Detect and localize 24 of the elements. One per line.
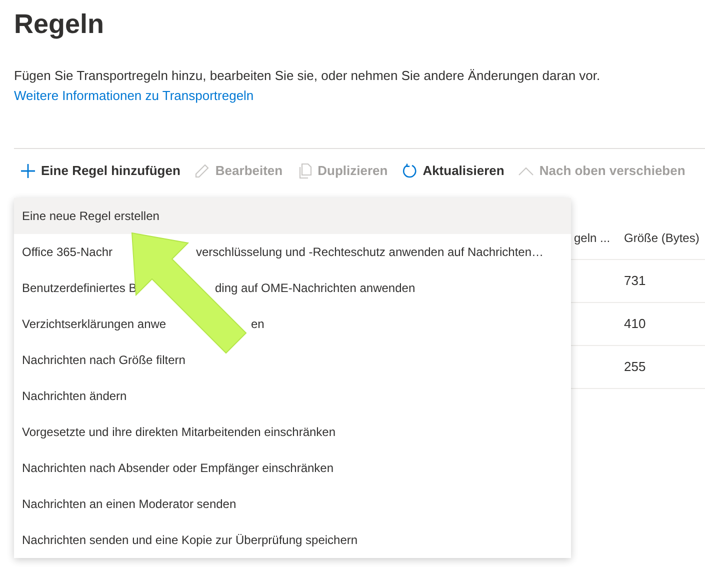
plus-icon <box>20 162 36 178</box>
column-header[interactable]: Größe (Bytes) <box>624 228 700 246</box>
table-cell-text: 731 <box>624 272 646 290</box>
menu-item[interactable]: Nachrichten nach Absender oder Empfänger einschränken <box>14 450 571 486</box>
menu-item[interactable]: Nachrichten nach Größe filtern <box>14 342 571 378</box>
page-title: Regeln <box>14 8 106 41</box>
page-description: Fügen Sie Transportregeln hinzu, bearbeiten Sie sie, oder nehmen Sie andere Änderungen daran vor. Weitere Informationen zu Transportregeln <box>14 67 602 105</box>
info-link[interactable]: Weitere Informationen zu Transportregeln <box>14 88 254 103</box>
toolbar-button[interactable]: Aktualisieren <box>402 160 504 180</box>
menu-item[interactable]: Nachrichten an einen Moderator senden <box>14 486 571 522</box>
table-cell-text: 255 <box>624 358 646 376</box>
menu-item[interactable]: Eine neue Regel erstellen <box>14 198 571 234</box>
toolbar-button[interactable]: Eine Regel hinzufügen <box>20 160 180 180</box>
copy-icon <box>296 162 313 178</box>
chevron-up-icon <box>518 166 534 176</box>
menu-item[interactable]: Nachrichten ändern <box>14 378 571 414</box>
menu-item[interactable]: Vorgesetzte und ihre direkten Mitarbeitenden einschränken <box>14 414 571 450</box>
table-cell-text: 410 <box>624 315 646 334</box>
pencil-icon <box>194 162 210 178</box>
column-header[interactable]: geln ... <box>574 228 624 246</box>
menu-item[interactable]: Nachrichten senden und eine Kopie zur Überprüfung speichern <box>14 522 571 558</box>
menu-item[interactable]: Office 365-Nachr verschlüsselung und -Rechteschutz anwenden auf Nachrichten… <box>14 234 571 270</box>
menu-item[interactable]: Verzichtserklärungen anwe en <box>14 306 571 342</box>
refresh-icon <box>402 162 418 178</box>
